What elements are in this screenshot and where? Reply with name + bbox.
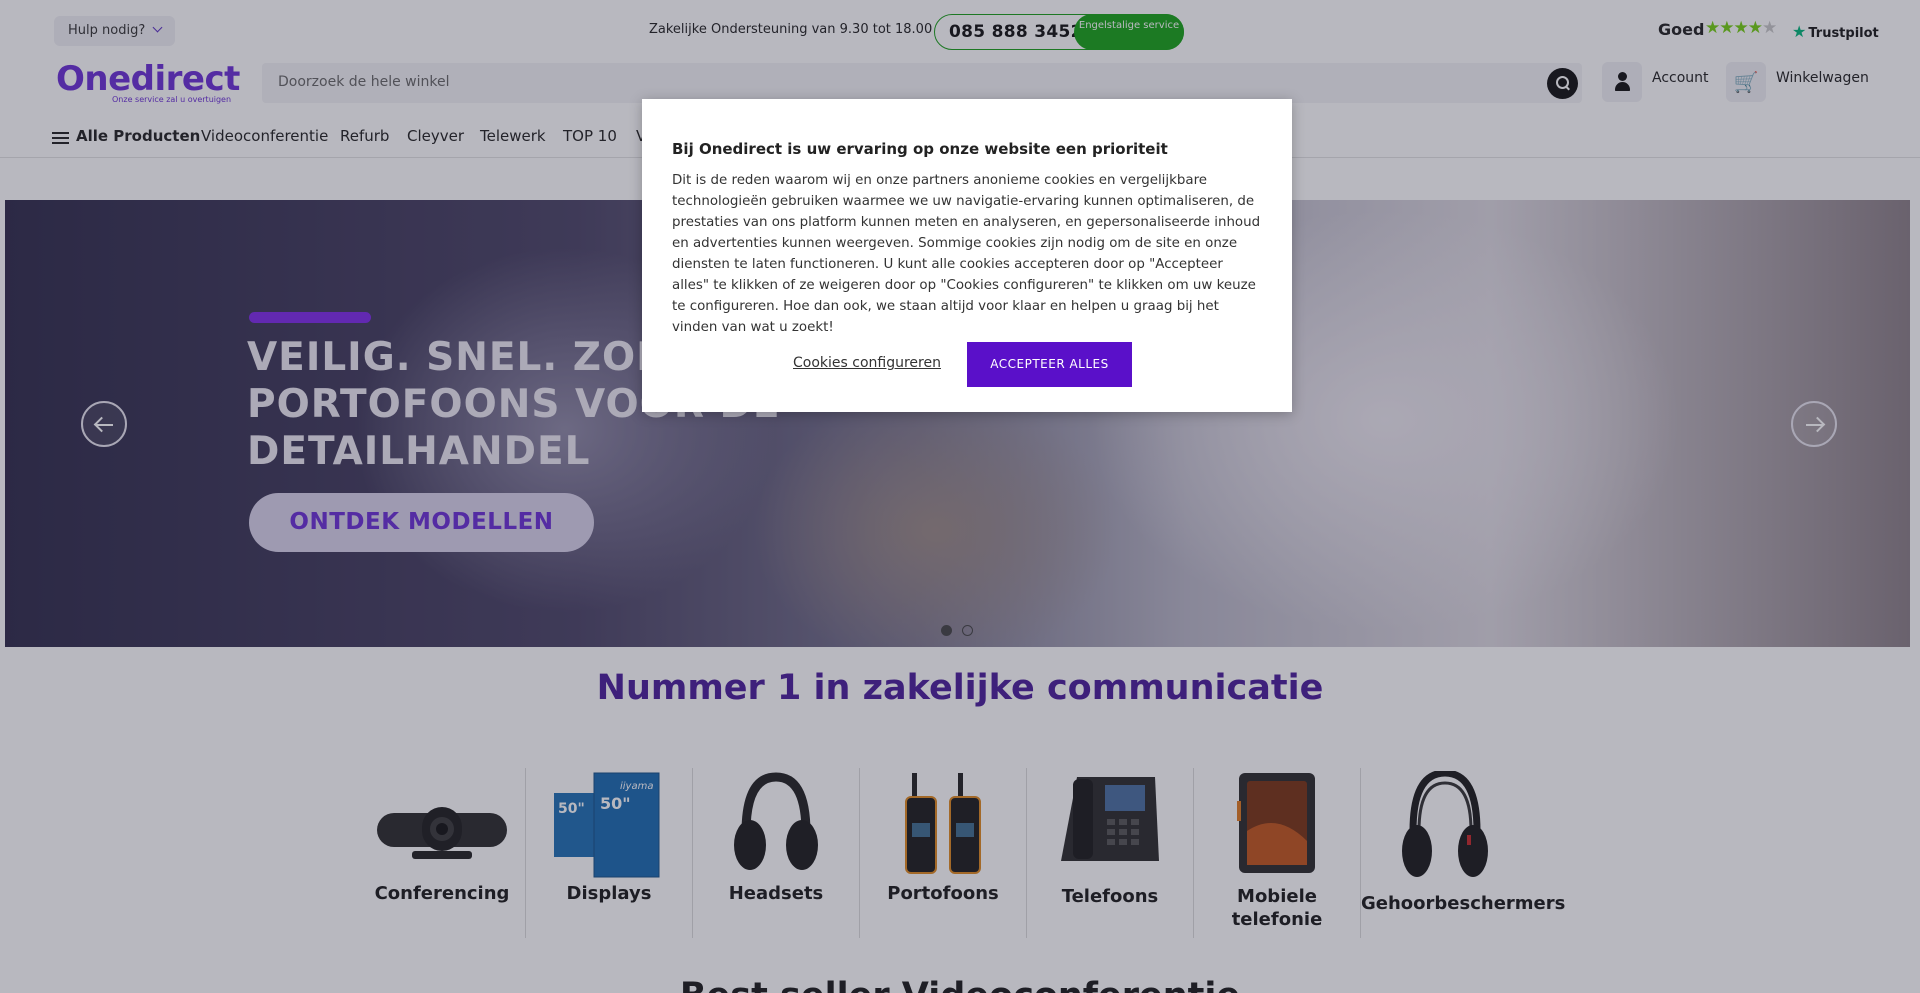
cookie-body: Dit is de reden waarom wij en onze partn… bbox=[672, 173, 1261, 335]
accept-all-button[interactable]: ACCEPTEER ALLES bbox=[967, 342, 1132, 387]
cookies-configure-link[interactable]: Cookies configureren bbox=[793, 355, 941, 371]
cookie-title: Bij Onedirect is uw ervaring op onze web… bbox=[672, 140, 1168, 158]
cookie-consent-modal: Bij Onedirect is uw ervaring op onze web… bbox=[642, 99, 1292, 412]
